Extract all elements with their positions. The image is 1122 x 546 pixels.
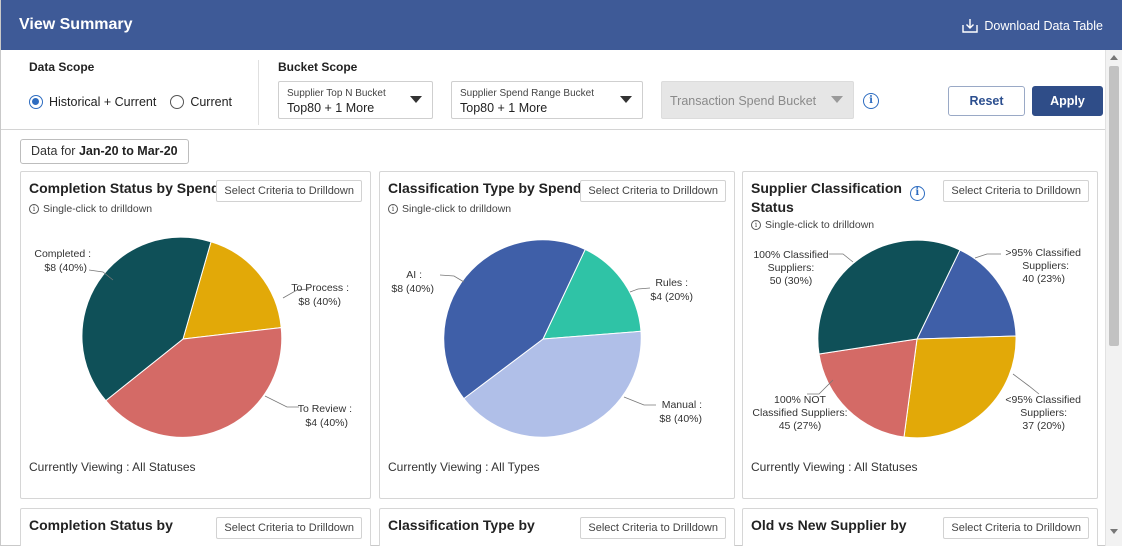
scrollbar-thumb[interactable] <box>1109 66 1119 346</box>
drilldown-button[interactable]: Select Criteria to Drilldown <box>943 517 1089 539</box>
chevron-down-icon <box>410 96 422 103</box>
leader-line <box>829 253 854 263</box>
value-manual: $8 (40%) <box>659 413 702 425</box>
label-to-review: To Review : <box>298 403 352 415</box>
pie-chart: Completed : $8 (40%) To Process : $8 (40… <box>34 236 352 438</box>
download-icon <box>962 19 979 33</box>
leader-line <box>264 395 299 408</box>
app-window: View Summary Download Data Table Data Sc… <box>0 0 1122 546</box>
card-title: Old vs New Supplier by <box>751 517 907 533</box>
apply-button[interactable]: Apply <box>1032 86 1103 116</box>
pie-chart: 100% Classified Suppliers: 50 (30%) >95%… <box>752 239 1081 439</box>
radio-historical-label: Historical + Current <box>49 95 157 109</box>
leader-line <box>974 253 1001 259</box>
dropdown-label: Supplier Spend Range Bucket <box>460 88 594 99</box>
leader-line <box>439 274 465 283</box>
currently-viewing: Currently Viewing : All Statuses <box>29 460 196 474</box>
value-to-review: $4 (40%) <box>305 417 348 429</box>
drilldown-button[interactable]: Select Criteria to Drilldown <box>216 517 362 539</box>
label-manual: Manual : <box>662 399 702 411</box>
radio-current-label: Current <box>190 95 233 109</box>
bucket-scope-label: Bucket Scope <box>278 60 358 74</box>
chevron-down-icon <box>831 96 843 103</box>
currently-viewing: Currently Viewing : All Statuses <box>751 460 918 474</box>
label-ai: AI : <box>406 269 422 281</box>
supplier-spend-range-dropdown[interactable]: Supplier Spend Range Bucket Top80 + 1 Mo… <box>451 81 643 119</box>
value-ai: $8 (40%) <box>391 283 434 295</box>
label-100-not-2: Classified Suppliers: <box>752 407 847 419</box>
currently-viewing: Currently Viewing : All Types <box>388 460 540 474</box>
date-prefix: Data for <box>31 144 76 158</box>
pie-chart: AI : $8 (40%) Rules : $4 (20%) Manual : … <box>391 239 702 438</box>
radio-historical-current[interactable]: Historical + Current <box>29 95 156 109</box>
label-100-classified-2: Suppliers: <box>768 262 815 274</box>
reset-button[interactable]: Reset <box>948 86 1025 116</box>
dropdown-value: Transaction Spend Bucket <box>670 94 817 108</box>
info-icon[interactable]: i <box>863 93 879 109</box>
leader-line <box>629 287 651 293</box>
chart-card-completion-status: Completion Status by Spend Select Criter… <box>20 171 371 499</box>
value-completed: $8 (40%) <box>44 262 87 274</box>
radio-unselected-icon <box>170 95 185 109</box>
value-over95: 40 (23%) <box>1022 273 1065 285</box>
chart-card-classification-type-2: Classification Type by Select Criteria t… <box>379 508 735 546</box>
transaction-spend-dropdown: Transaction Spend Bucket <box>661 81 854 119</box>
label-over95: >95% Classified <box>1005 247 1081 259</box>
label-completed: Completed : <box>34 248 91 260</box>
date-range-chip: Data for Jan-20 to Mar-20 <box>20 139 189 164</box>
value-under95: 37 (20%) <box>1022 420 1065 432</box>
download-data-table-button[interactable]: Download Data Table <box>962 18 1103 34</box>
filter-divider <box>258 60 259 125</box>
chart-card-completion-status-2: Completion Status by Select Criteria to … <box>20 508 371 546</box>
value-rules: $4 (20%) <box>650 291 693 303</box>
value-100-classified: 50 (30%) <box>770 275 813 287</box>
label-100-not: 100% NOT <box>774 394 827 406</box>
label-100-classified: 100% Classified <box>753 249 828 261</box>
vertical-scrollbar[interactable] <box>1105 50 1122 546</box>
slice-under95-classified[interactable] <box>903 335 1017 439</box>
data-scope-radio-group: Historical + Current Current <box>29 95 246 109</box>
date-range: Jan-20 to Mar-20 <box>78 144 178 158</box>
card-title: Completion Status by <box>29 517 173 533</box>
dropdown-label: Supplier Top N Bucket <box>287 88 386 99</box>
chart-card-old-vs-new-supplier: Old vs New Supplier by Select Criteria t… <box>742 508 1098 546</box>
value-to-process: $8 (40%) <box>298 296 341 308</box>
label-under95: <95% Classified <box>1005 394 1081 406</box>
chart-card-supplier-classification: Supplier Classification i Status Select … <box>742 171 1098 499</box>
leader-line <box>623 396 656 406</box>
chevron-down-icon <box>620 96 632 103</box>
slice-100-not-classified[interactable] <box>818 338 918 438</box>
radio-selected-icon <box>29 95 43 109</box>
radio-current[interactable]: Current <box>170 95 232 109</box>
data-scope-label: Data Scope <box>29 60 95 74</box>
value-100-not: 45 (27%) <box>779 420 822 432</box>
label-over95-2: Suppliers: <box>1022 260 1069 272</box>
download-label: Download Data Table <box>984 19 1103 33</box>
label-rules: Rules : <box>655 277 688 289</box>
card-title: Classification Type by <box>388 517 535 533</box>
page-title: View Summary <box>19 16 133 33</box>
supplier-top-n-dropdown[interactable]: Supplier Top N Bucket Top80 + 1 More <box>278 81 433 119</box>
dropdown-value: Top80 + 1 More <box>460 101 548 115</box>
scroll-up-icon[interactable] <box>1110 55 1118 60</box>
drilldown-button[interactable]: Select Criteria to Drilldown <box>580 517 726 539</box>
label-to-process: To Process : <box>291 282 349 294</box>
chart-card-classification-type: Classification Type by Spend Select Crit… <box>379 171 735 499</box>
header-bar: View Summary Download Data Table <box>1 0 1122 50</box>
label-under95-2: Suppliers: <box>1020 407 1067 419</box>
leader-line <box>1012 373 1040 395</box>
dropdown-value: Top80 + 1 More <box>287 101 375 115</box>
scroll-down-icon[interactable] <box>1110 529 1118 534</box>
